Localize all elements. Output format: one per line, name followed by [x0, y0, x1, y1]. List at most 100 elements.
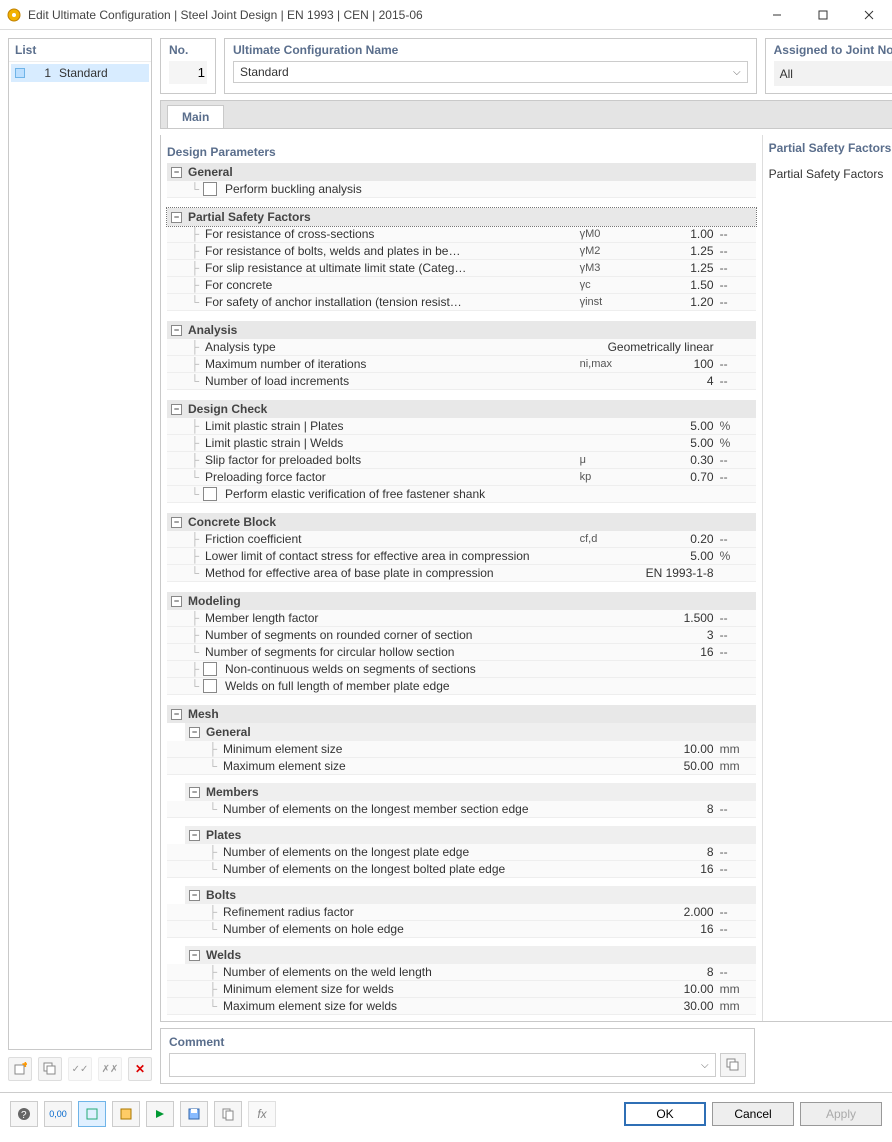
collapse-icon: −: [171, 212, 182, 223]
checkbox[interactable]: [203, 182, 217, 196]
params-title: Design Parameters: [167, 141, 756, 163]
group-concrete[interactable]: −Concrete Block: [167, 513, 756, 531]
comment-library-button[interactable]: [720, 1053, 746, 1077]
checkbox[interactable]: [203, 487, 217, 501]
list-item-num: 1: [31, 66, 51, 80]
param-row[interactable]: └Number of elements on hole edge16--: [167, 921, 756, 938]
no-input[interactable]: [169, 61, 207, 84]
assigned-label: Assigned to Joint No.: [774, 43, 892, 57]
group-modeling[interactable]: −Modeling: [167, 592, 756, 610]
collapse-icon: −: [171, 517, 182, 528]
run-button[interactable]: [146, 1101, 174, 1127]
subgroup-members[interactable]: −Members: [185, 783, 756, 801]
new-item-button[interactable]: ✚: [8, 1057, 32, 1081]
param-row[interactable]: ├For slip resistance at ultimate limit s…: [167, 260, 756, 277]
param-row[interactable]: ├Slip factor for preloaded boltsμ0.30--: [167, 452, 756, 469]
minimize-button[interactable]: [754, 0, 800, 30]
chevron-down-icon: ⌵: [733, 67, 741, 78]
close-button[interactable]: [846, 0, 892, 30]
row-welds-full-len[interactable]: └Welds on full length of member plate ed…: [167, 678, 756, 695]
param-row[interactable]: └Number of segments for circular hollow …: [167, 644, 756, 661]
param-row[interactable]: └Maximum element size50.00mm: [167, 758, 756, 775]
group-analysis[interactable]: −Analysis: [167, 321, 756, 339]
no-label: No.: [169, 43, 207, 57]
group-design[interactable]: −Design Check: [167, 400, 756, 418]
collapse-icon: −: [171, 596, 182, 607]
collapse-icon: −: [171, 167, 182, 178]
list-item[interactable]: 1 Standard: [11, 64, 149, 82]
group-mesh[interactable]: −Mesh: [167, 705, 756, 723]
units-button[interactable]: 0,00: [44, 1101, 72, 1127]
param-row[interactable]: ├Maximum number of iterationsni,max100--: [167, 356, 756, 373]
subgroup-bolts[interactable]: −Bolts: [185, 886, 756, 904]
param-row[interactable]: ├For resistance of cross-sectionsγM01.00…: [167, 226, 756, 243]
row-non-cont-welds[interactable]: ├Non-continuous welds on segments of sec…: [167, 661, 756, 678]
param-row[interactable]: ├Number of segments on rounded corner of…: [167, 627, 756, 644]
tab-strip: Main: [160, 100, 892, 129]
list-item-marker: [15, 68, 25, 78]
param-row[interactable]: ├Limit plastic strain | Plates5.00%: [167, 418, 756, 435]
param-row[interactable]: └Maximum element size for welds30.00mm: [167, 998, 756, 1015]
group-general[interactable]: −General: [167, 163, 756, 181]
param-row[interactable]: ├Minimum element size for welds10.00mm: [167, 981, 756, 998]
help-button[interactable]: ?: [10, 1101, 38, 1127]
chevron-down-icon: ⌵: [701, 1060, 709, 1071]
param-row[interactable]: ├Number of elements on the longest plate…: [167, 844, 756, 861]
function-button[interactable]: fx: [248, 1101, 276, 1127]
param-row[interactable]: ├Lower limit of contact stress for effec…: [167, 548, 756, 565]
copy-item-button[interactable]: [38, 1057, 62, 1081]
collapse-icon: −: [189, 890, 200, 901]
view-toggle-button[interactable]: [78, 1101, 106, 1127]
param-row[interactable]: ├Friction coefficientcf,d0.20--: [167, 531, 756, 548]
svg-text:✚: ✚: [22, 1062, 27, 1069]
checkbox[interactable]: [203, 679, 217, 693]
check-all-button[interactable]: ✓✓: [68, 1057, 92, 1081]
assigned-box: Assigned to Joint No. All: [765, 38, 892, 94]
name-value: Standard: [240, 65, 733, 79]
param-row[interactable]: └Preloading force factorkp0.70--: [167, 469, 756, 486]
copy-button[interactable]: [214, 1101, 242, 1127]
param-row[interactable]: ├For resistance of bolts, welds and plat…: [167, 243, 756, 260]
info-body: Partial Safety Factors: [769, 167, 892, 181]
param-row[interactable]: ├For concreteγc1.50--: [167, 277, 756, 294]
param-row[interactable]: └Number of elements on the longest bolte…: [167, 861, 756, 878]
ok-button[interactable]: OK: [624, 1102, 706, 1126]
param-row[interactable]: ├Analysis typeGeometrically linear: [167, 339, 756, 356]
param-row[interactable]: ├Number of elements on the weld length8-…: [167, 964, 756, 981]
tab-main[interactable]: Main: [167, 105, 224, 128]
param-row[interactable]: └Method for effective area of base plate…: [167, 565, 756, 582]
params-panel: Design Parameters −General └Perform buck…: [161, 135, 762, 1021]
checkbox[interactable]: [203, 662, 217, 676]
comment-label: Comment: [169, 1035, 746, 1049]
cancel-button[interactable]: Cancel: [712, 1102, 794, 1126]
param-row[interactable]: └Number of elements on the longest membe…: [167, 801, 756, 818]
name-select[interactable]: Standard ⌵: [233, 61, 748, 83]
comment-select[interactable]: ⌵: [169, 1053, 716, 1077]
param-row[interactable]: └Number of load increments4--: [167, 373, 756, 390]
row-perform-buckling[interactable]: └Perform buckling analysis: [167, 181, 756, 198]
assigned-field[interactable]: All: [774, 61, 892, 86]
maximize-button[interactable]: [800, 0, 846, 30]
save-button[interactable]: [180, 1101, 208, 1127]
collapse-icon: −: [189, 727, 200, 738]
param-row[interactable]: ├Limit plastic strain | Welds5.00%: [167, 435, 756, 452]
delete-item-button[interactable]: ✕: [128, 1057, 152, 1081]
param-row[interactable]: ├Refinement radius factor2.000--: [167, 904, 756, 921]
list-panel: List 1 Standard: [8, 38, 152, 1050]
subgroup-welds[interactable]: −Welds: [185, 946, 756, 964]
param-row[interactable]: ├Member length factor1.500--: [167, 610, 756, 627]
info-panel: Partial Safety Factors Partial Safety Fa…: [762, 135, 892, 1021]
subgroup-plates[interactable]: −Plates: [185, 826, 756, 844]
script-button[interactable]: [112, 1101, 140, 1127]
collapse-icon: −: [189, 950, 200, 961]
param-row[interactable]: └For safety of anchor installation (tens…: [167, 294, 756, 311]
apply-button[interactable]: Apply: [800, 1102, 882, 1126]
subgroup-general[interactable]: −General: [185, 723, 756, 741]
no-box: No.: [160, 38, 216, 94]
group-psf[interactable]: −Partial Safety Factors: [167, 208, 756, 226]
param-row[interactable]: ├Minimum element size10.00mm: [167, 741, 756, 758]
dialog-footer: ? 0,00 fx OK Cancel Apply: [0, 1092, 892, 1134]
window-title: Edit Ultimate Configuration | Steel Join…: [28, 8, 754, 22]
uncheck-all-button[interactable]: ✗✗: [98, 1057, 122, 1081]
row-elastic-verify[interactable]: └Perform elastic verification of free fa…: [167, 486, 756, 503]
